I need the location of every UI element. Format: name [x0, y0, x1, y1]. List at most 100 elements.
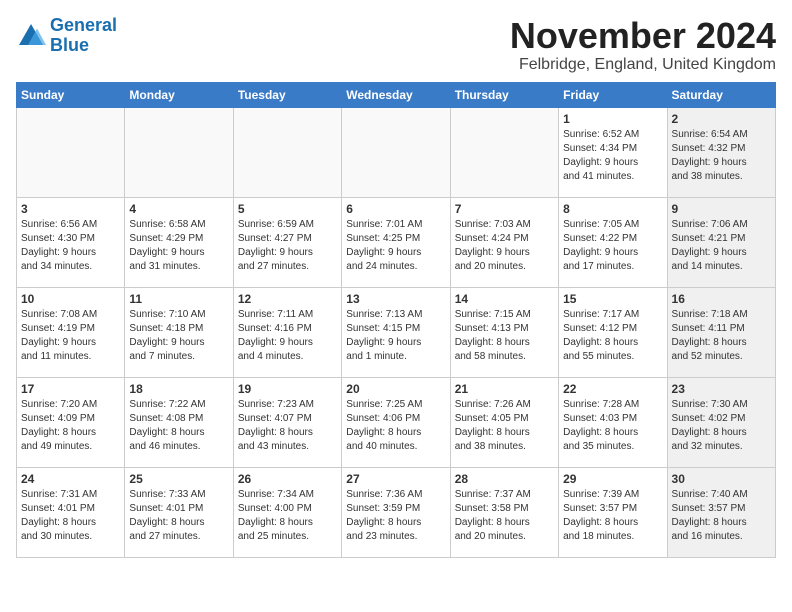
day-info: Sunrise: 7:34 AM Sunset: 4:00 PM Dayligh… — [238, 488, 337, 544]
calendar-cell: 25Sunrise: 7:33 AM Sunset: 4:01 PM Dayli… — [125, 467, 233, 557]
day-info: Sunrise: 7:36 AM Sunset: 3:59 PM Dayligh… — [346, 488, 445, 544]
day-info: Sunrise: 7:22 AM Sunset: 4:08 PM Dayligh… — [129, 398, 228, 454]
calendar-cell — [233, 107, 341, 197]
calendar-cell: 27 Sunrise: 7:36 AM Sunset: 3:59 PM Dayli… — [342, 467, 450, 557]
header-row: SundayMondayTuesdayWednesdayThursdayFrid… — [17, 82, 776, 107]
day-number: 3 — [21, 202, 120, 216]
week-row-1: 3 Sunrise: 6:56 AM Sunset: 4:30 PM Daylig… — [17, 197, 776, 287]
day-info: Sunrise: 7:08 AM Sunset: 4:19 PM Dayligh… — [21, 308, 120, 364]
calendar-cell: 22Sunrise: 7:28 AM Sunset: 4:03 PM Dayli… — [559, 377, 667, 467]
day-header-tuesday: Tuesday — [233, 82, 341, 107]
week-row-4: 24Sunrise: 7:31 AM Sunset: 4:01 PM Dayli… — [17, 467, 776, 557]
day-info: Sunrise: 6:54 AM Sunset: 4:32 PM Dayligh… — [672, 128, 771, 184]
day-info: Sunrise: 7:05 AM Sunset: 4:22 PM Dayligh… — [563, 218, 662, 274]
day-number: 2 — [672, 112, 771, 126]
day-number: 21 — [455, 382, 554, 396]
title-block: November 2024 Felbridge, England, United… — [510, 16, 776, 74]
day-header-thursday: Thursday — [450, 82, 558, 107]
day-info: Sunrise: 6:58 AM Sunset: 4:29 PM Dayligh… — [129, 218, 228, 274]
calendar-cell — [125, 107, 233, 197]
week-row-2: 10 Sunrise: 7:08 AM Sunset: 4:19 PM Dayli… — [17, 287, 776, 377]
day-number: 17 — [21, 382, 120, 396]
day-number: 4 — [129, 202, 228, 216]
calendar-cell: 7 Sunrise: 7:03 AM Sunset: 4:24 PM Daylig… — [450, 197, 558, 287]
day-number: 1 — [563, 112, 662, 126]
calendar-cell — [17, 107, 125, 197]
day-number: 25 — [129, 472, 228, 486]
day-info: Sunrise: 7:37 AM Sunset: 3:58 PM Dayligh… — [455, 488, 554, 544]
calendar-cell: 9 Sunrise: 7:06 AM Sunset: 4:21 PM Daylig… — [667, 197, 775, 287]
day-number: 12 — [238, 292, 337, 306]
day-info: Sunrise: 7:06 AM Sunset: 4:21 PM Dayligh… — [672, 218, 771, 274]
calendar-cell: 11 Sunrise: 7:10 AM Sunset: 4:18 PM Dayli… — [125, 287, 233, 377]
calendar-cell: 29 Sunrise: 7:39 AM Sunset: 3:57 PM Dayli… — [559, 467, 667, 557]
day-number: 26 — [238, 472, 337, 486]
day-number: 9 — [672, 202, 771, 216]
day-info: Sunrise: 7:39 AM Sunset: 3:57 PM Dayligh… — [563, 488, 662, 544]
day-number: 13 — [346, 292, 445, 306]
page-header: General Blue November 2024 Felbridge, En… — [16, 16, 776, 74]
calendar-table: SundayMondayTuesdayWednesdayThursdayFrid… — [16, 82, 776, 558]
calendar-cell: 17 Sunrise: 7:20 AM Sunset: 4:09 PM Dayli… — [17, 377, 125, 467]
day-header-saturday: Saturday — [667, 82, 775, 107]
day-number: 11 — [129, 292, 228, 306]
day-number: 30 — [672, 472, 771, 486]
week-row-3: 17 Sunrise: 7:20 AM Sunset: 4:09 PM Dayli… — [17, 377, 776, 467]
day-info: Sunrise: 7:28 AM Sunset: 4:03 PM Dayligh… — [563, 398, 662, 454]
day-number: 27 — [346, 472, 445, 486]
location: Felbridge, England, United Kingdom — [510, 56, 776, 74]
calendar-cell: 14 Sunrise: 7:15 AM Sunset: 4:13 PM Dayli… — [450, 287, 558, 377]
calendar-cell — [342, 107, 450, 197]
day-header-friday: Friday — [559, 82, 667, 107]
calendar-cell: 8 Sunrise: 7:05 AM Sunset: 4:22 PM Daylig… — [559, 197, 667, 287]
day-info: Sunrise: 6:59 AM Sunset: 4:27 PM Dayligh… — [238, 218, 337, 274]
calendar-cell: 26 Sunrise: 7:34 AM Sunset: 4:00 PM Dayli… — [233, 467, 341, 557]
day-header-monday: Monday — [125, 82, 233, 107]
calendar-cell: 20 Sunrise: 7:25 AM Sunset: 4:06 PM Dayli… — [342, 377, 450, 467]
day-header-sunday: Sunday — [17, 82, 125, 107]
calendar-cell: 16 Sunrise: 7:18 AM Sunset: 4:11 PM Dayli… — [667, 287, 775, 377]
calendar-cell: 13 Sunrise: 7:13 AM Sunset: 4:15 PM Dayli… — [342, 287, 450, 377]
calendar-cell: 15 Sunrise: 7:17 AM Sunset: 4:12 PM Dayli… — [559, 287, 667, 377]
calendar-cell: 23Sunrise: 7:30 AM Sunset: 4:02 PM Dayli… — [667, 377, 775, 467]
day-info: Sunrise: 6:56 AM Sunset: 4:30 PM Dayligh… — [21, 218, 120, 274]
day-number: 20 — [346, 382, 445, 396]
calendar-cell: 12 Sunrise: 7:11 AM Sunset: 4:16 PM Dayli… — [233, 287, 341, 377]
day-header-wednesday: Wednesday — [342, 82, 450, 107]
day-info: Sunrise: 7:40 AM Sunset: 3:57 PM Dayligh… — [672, 488, 771, 544]
calendar-cell: 5 Sunrise: 6:59 AM Sunset: 4:27 PM Daylig… — [233, 197, 341, 287]
day-number: 5 — [238, 202, 337, 216]
day-info: Sunrise: 7:03 AM Sunset: 4:24 PM Dayligh… — [455, 218, 554, 274]
day-number: 15 — [563, 292, 662, 306]
logo-line2: Blue — [50, 35, 89, 55]
day-info: Sunrise: 7:20 AM Sunset: 4:09 PM Dayligh… — [21, 398, 120, 454]
day-number: 8 — [563, 202, 662, 216]
day-number: 29 — [563, 472, 662, 486]
week-row-0: 1 Sunrise: 6:52 AM Sunset: 4:34 PM Daylig… — [17, 107, 776, 197]
day-number: 10 — [21, 292, 120, 306]
day-info: Sunrise: 7:26 AM Sunset: 4:05 PM Dayligh… — [455, 398, 554, 454]
logo: General Blue — [16, 16, 117, 56]
day-info: Sunrise: 7:13 AM Sunset: 4:15 PM Dayligh… — [346, 308, 445, 364]
day-number: 6 — [346, 202, 445, 216]
calendar-cell — [450, 107, 558, 197]
calendar-cell: 21 Sunrise: 7:26 AM Sunset: 4:05 PM Dayli… — [450, 377, 558, 467]
day-info: Sunrise: 7:30 AM Sunset: 4:02 PM Dayligh… — [672, 398, 771, 454]
calendar-cell: 4 Sunrise: 6:58 AM Sunset: 4:29 PM Daylig… — [125, 197, 233, 287]
day-info: Sunrise: 7:18 AM Sunset: 4:11 PM Dayligh… — [672, 308, 771, 364]
day-number: 7 — [455, 202, 554, 216]
calendar-cell: 1 Sunrise: 6:52 AM Sunset: 4:34 PM Daylig… — [559, 107, 667, 197]
day-info: Sunrise: 7:23 AM Sunset: 4:07 PM Dayligh… — [238, 398, 337, 454]
day-info: Sunrise: 7:10 AM Sunset: 4:18 PM Dayligh… — [129, 308, 228, 364]
day-info: Sunrise: 7:11 AM Sunset: 4:16 PM Dayligh… — [238, 308, 337, 364]
day-info: Sunrise: 7:25 AM Sunset: 4:06 PM Dayligh… — [346, 398, 445, 454]
calendar-cell: 19Sunrise: 7:23 AM Sunset: 4:07 PM Dayli… — [233, 377, 341, 467]
day-number: 14 — [455, 292, 554, 306]
day-info: Sunrise: 7:17 AM Sunset: 4:12 PM Dayligh… — [563, 308, 662, 364]
day-info: Sunrise: 7:15 AM Sunset: 4:13 PM Dayligh… — [455, 308, 554, 364]
calendar-cell: 2 Sunrise: 6:54 AM Sunset: 4:32 PM Daylig… — [667, 107, 775, 197]
day-info: Sunrise: 6:52 AM Sunset: 4:34 PM Dayligh… — [563, 128, 662, 184]
month-title: November 2024 — [510, 16, 776, 56]
day-number: 16 — [672, 292, 771, 306]
calendar-cell: 30 Sunrise: 7:40 AM Sunset: 3:57 PM Dayli… — [667, 467, 775, 557]
